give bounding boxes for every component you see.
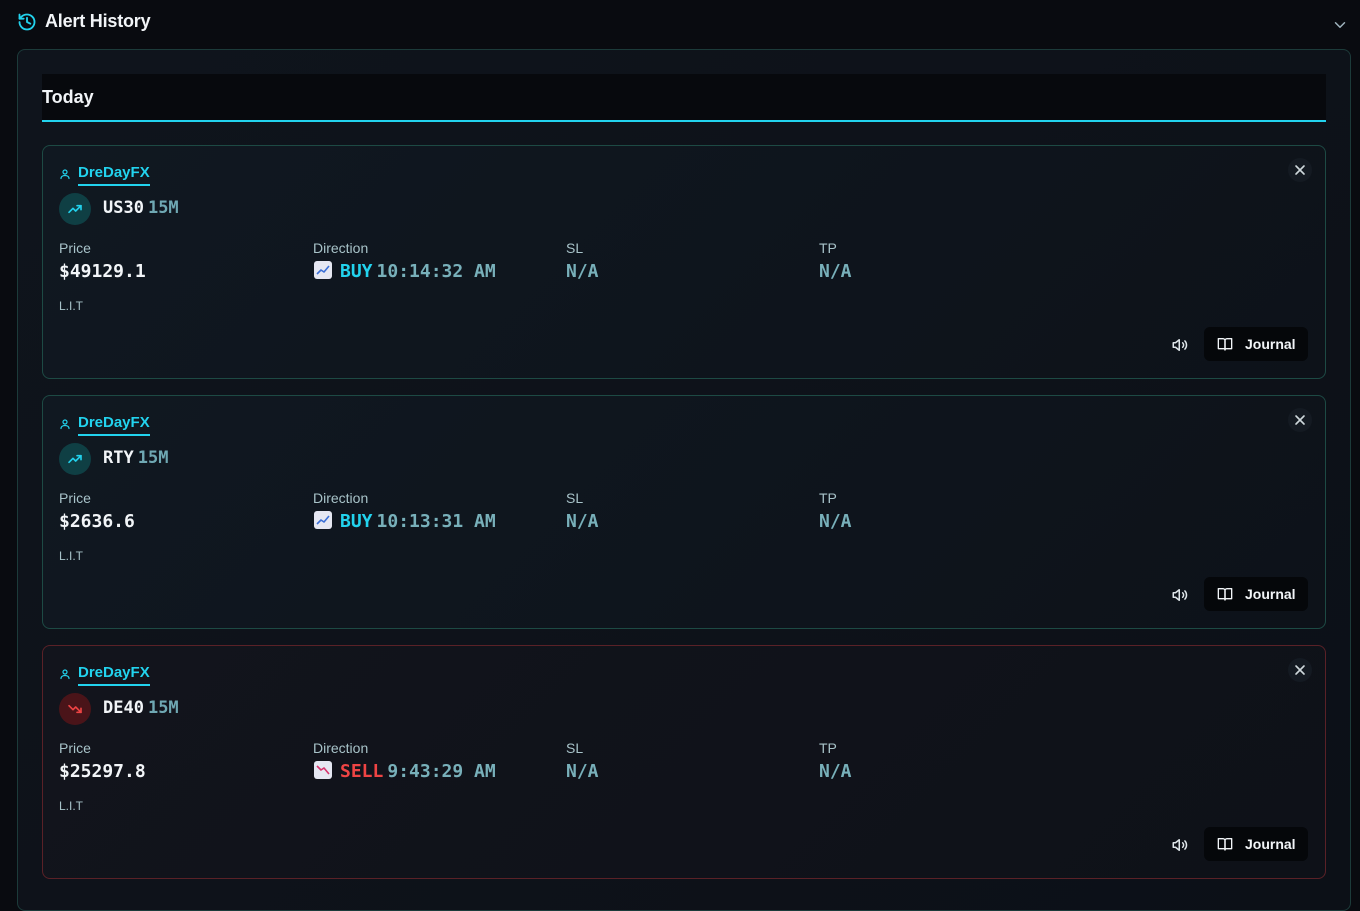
direction-value: BUY 10:13:31 AM [314, 511, 496, 532]
alert-card: DreDayFX DE40 15M Price $25297.8 Directio… [42, 645, 1326, 879]
price-label: Price [59, 240, 91, 256]
trend-badge [59, 193, 91, 225]
dismiss-button[interactable] [1288, 658, 1312, 682]
price-value: $2636.6 [59, 511, 135, 532]
journal-label: Journal [1245, 336, 1296, 352]
author-name[interactable]: DreDayFX [78, 164, 150, 186]
alert-history-header[interactable]: Alert History [0, 0, 1360, 46]
journal-button[interactable]: Journal [1204, 827, 1308, 861]
direction-text: BUY [340, 511, 373, 532]
alert-time: 10:13:31 AM [376, 511, 496, 532]
symbol: US30 15M [103, 198, 179, 218]
trending-down-icon [68, 704, 82, 714]
speaker-icon[interactable] [1171, 586, 1189, 604]
book-icon [1217, 588, 1233, 601]
chart-up-icon [314, 261, 332, 279]
timeframe: 15M [137, 448, 169, 468]
sl-value: N/A [566, 511, 599, 532]
tp-value: N/A [819, 261, 852, 282]
alert-history-panel: Today DreDayFX US30 15M Price $49129.1 Di… [17, 49, 1351, 911]
chevron-down-icon[interactable] [1331, 16, 1349, 34]
chart-up-icon [314, 511, 332, 529]
today-section-header: Today [42, 74, 1326, 122]
sl-value: N/A [566, 261, 599, 282]
book-icon [1217, 337, 1233, 351]
trending-up-icon [68, 204, 82, 214]
sl-value: N/A [566, 761, 599, 782]
direction-label: Direction [313, 490, 369, 506]
source-label: L.I.T [59, 299, 84, 313]
sl-label: SL [566, 240, 584, 256]
alert-history-title: Alert History [45, 11, 151, 31]
chart-down-icon [314, 761, 332, 779]
trending-up-icon [68, 454, 82, 464]
book-icon [1217, 838, 1233, 851]
close-icon [1295, 415, 1305, 425]
close-icon [1295, 165, 1305, 175]
tp-value: N/A [819, 761, 852, 782]
tp-label: TP [819, 740, 837, 756]
journal-button[interactable]: Journal [1204, 327, 1308, 361]
direction-text: BUY [340, 261, 373, 282]
user-icon [60, 169, 70, 180]
symbol-name: US30 [103, 198, 144, 218]
dismiss-button[interactable] [1288, 158, 1312, 182]
close-icon [1295, 665, 1305, 675]
timeframe: 15M [147, 198, 179, 218]
alert-card: DreDayFX US30 15M Price $49129.1 Directio… [42, 145, 1326, 379]
sl-label: SL [566, 490, 584, 506]
direction-value: BUY 10:14:32 AM [314, 261, 496, 282]
source-label: L.I.T [59, 549, 84, 563]
alert-time: 9:43:29 AM [387, 761, 496, 782]
history-icon [18, 13, 36, 31]
speaker-icon[interactable] [1171, 336, 1189, 354]
symbol-name: RTY [103, 448, 134, 468]
alert-card: DreDayFX RTY 15M Price $2636.6 Direction … [42, 395, 1326, 629]
direction-label: Direction [313, 740, 369, 756]
price-label: Price [59, 740, 91, 756]
price-label: Price [59, 490, 91, 506]
journal-label: Journal [1245, 836, 1296, 852]
symbol: DE40 15M [103, 698, 179, 718]
source-label: L.I.T [59, 799, 84, 813]
dismiss-button[interactable] [1288, 408, 1312, 432]
direction-text: SELL [340, 761, 384, 782]
price-value: $25297.8 [59, 761, 146, 782]
direction-label: Direction [313, 240, 369, 256]
trend-badge [59, 443, 91, 475]
section-label: Today [42, 87, 94, 107]
direction-value: SELL 9:43:29 AM [314, 761, 496, 782]
author-name[interactable]: DreDayFX [78, 664, 150, 686]
user-icon [60, 669, 70, 680]
tp-value: N/A [819, 511, 852, 532]
user-icon [60, 419, 70, 430]
price-value: $49129.1 [59, 261, 146, 282]
journal-label: Journal [1245, 586, 1296, 602]
journal-button[interactable]: Journal [1204, 577, 1308, 611]
symbol: RTY 15M [103, 448, 168, 468]
sl-label: SL [566, 740, 584, 756]
author-name[interactable]: DreDayFX [78, 414, 150, 436]
speaker-icon[interactable] [1171, 836, 1189, 854]
timeframe: 15M [147, 698, 179, 718]
symbol-name: DE40 [103, 698, 144, 718]
tp-label: TP [819, 240, 837, 256]
tp-label: TP [819, 490, 837, 506]
alert-time: 10:14:32 AM [376, 261, 496, 282]
trend-badge [59, 693, 91, 725]
